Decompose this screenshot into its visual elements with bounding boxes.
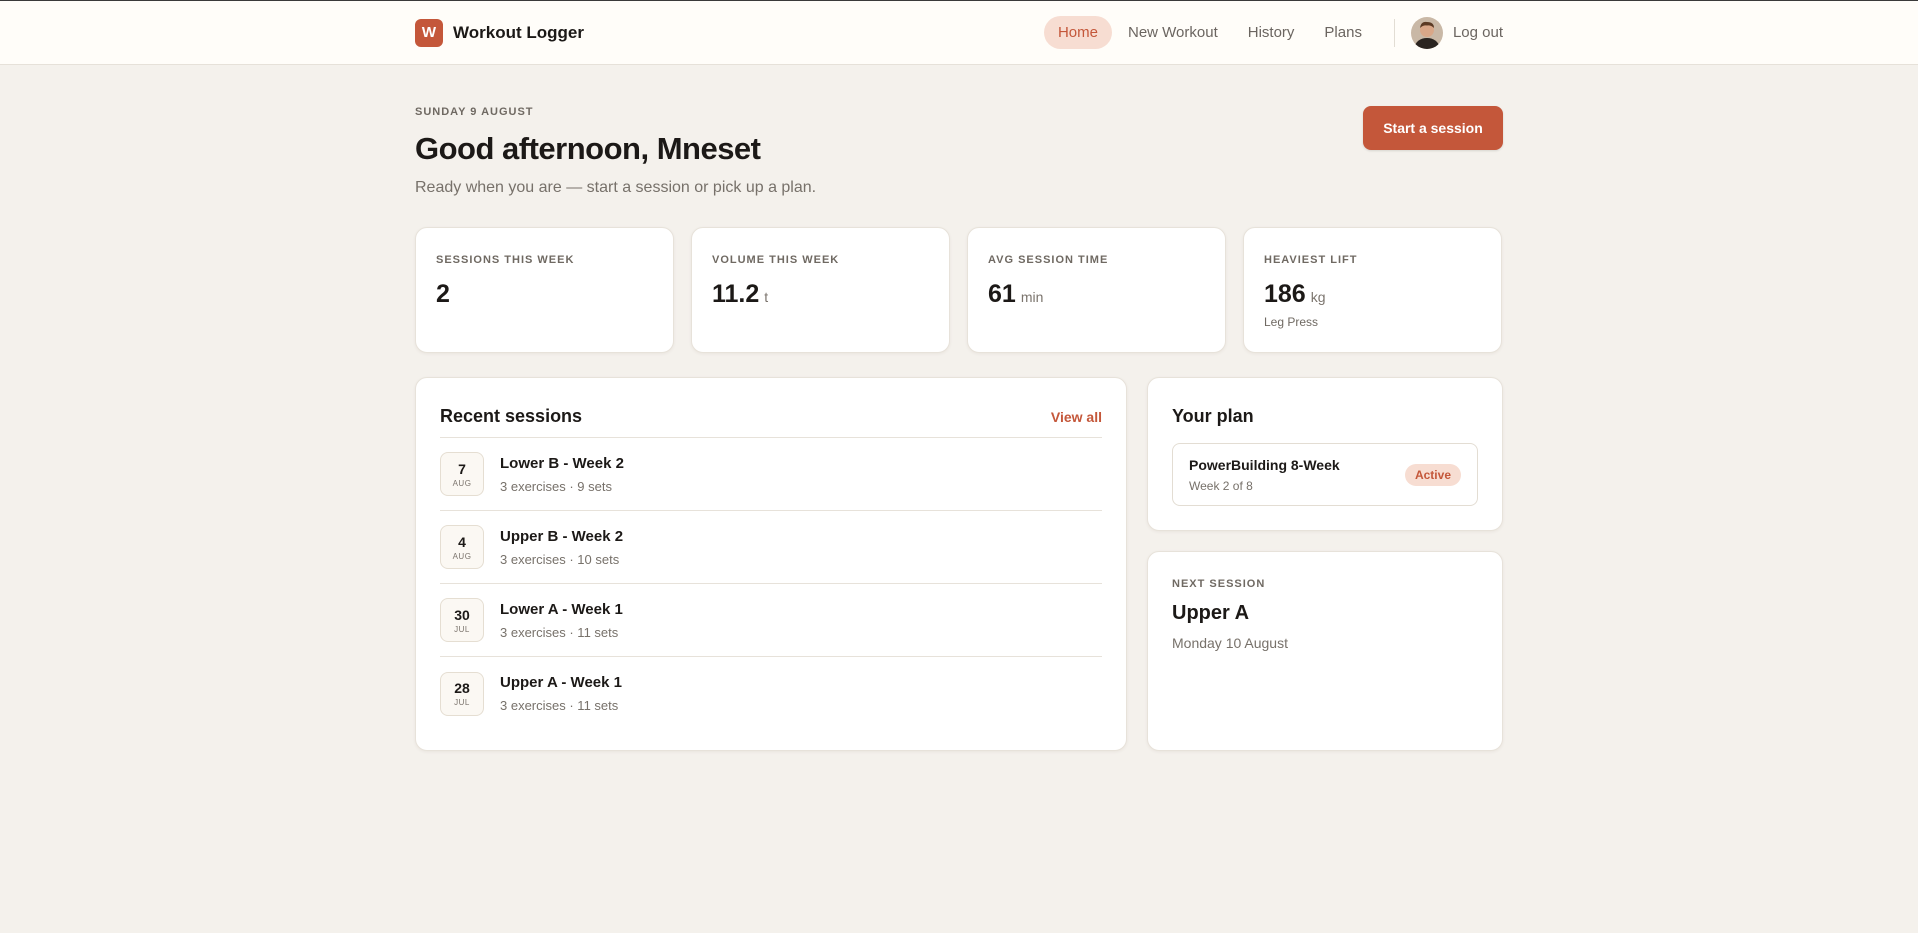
session-meta: 3 exercises · 11 sets [500,624,619,640]
stat-label: HEAVIEST LIFT [1264,254,1358,266]
stat-value: 186 [1264,280,1306,308]
stats-row: SESSIONS THIS WEEK 2 VOLUME THIS WEEK 11… [415,227,1503,353]
session-name: Lower B - Week 2 [500,454,624,472]
brand-logo-icon: W [415,18,443,47]
user-avatar-icon [1410,16,1443,49]
next-session-date: Monday 10 August [1172,635,1288,651]
nav-history[interactable]: History [1234,16,1309,49]
stat-value: 61 [988,280,1016,308]
nav-new-workout[interactable]: New Workout [1114,16,1232,49]
page-subtitle: Ready when you are — start a session or … [415,179,817,196]
top-navbar: W Workout Logger Home New Workout Histor… [0,1,1918,65]
main-nav: Home New Workout History Plans Log out [1042,16,1503,49]
brand[interactable]: W Workout Logger [415,18,584,47]
stat-label: SESSIONS THIS WEEK [436,254,575,266]
session-date-chip: 7 AUG [440,452,484,496]
logout-link[interactable]: Log out [1453,24,1503,41]
status-badge: Active [1404,463,1461,486]
session-day: 7 [458,460,466,477]
stat-value: 11.2 [712,280,760,308]
plan-panel: Your plan PowerBuilding 8-Week Week 2 of… [1147,377,1503,531]
stat-card-heaviest-lift: HEAVIEST LIFT 186 kg Leg Press [1243,227,1502,353]
session-name: Lower A - Week 1 [500,600,623,618]
stat-unit: kg [1310,289,1326,305]
stat-card-avg-time: AVG SESSION TIME 61 min [967,227,1226,353]
session-date-chip: 30 JUL [440,598,484,642]
session-day: 28 [454,680,470,696]
session-month: AUG [452,551,472,561]
brand-name: Workout Logger [453,22,584,42]
start-session-button[interactable]: Start a session [1363,106,1503,150]
plan-panel-title: Your plan [1172,406,1254,426]
session-meta: 3 exercises · 9 sets [500,478,612,494]
nav-divider [1393,18,1395,47]
avatar[interactable] [1410,16,1443,49]
plan-week: Week 2 of 8 [1189,478,1253,493]
session-row[interactable]: 7 AUG Lower B - Week 2 3 exercises · 9 s… [440,438,1102,511]
lower-section: Recent sessions View all 7 AUG Lower B -… [415,377,1503,751]
session-date-chip: 4 AUG [440,525,484,569]
session-name: Upper B - Week 2 [500,527,624,545]
stat-label: AVG SESSION TIME [988,254,1109,266]
plan-card[interactable]: PowerBuilding 8-Week Week 2 of 8 Active [1172,443,1478,506]
dashboard: SUNDAY 9 AUGUST Good afternoon, Mneset R… [415,65,1503,751]
next-session-name: Upper A [1172,602,1250,624]
plan-name: PowerBuilding 8-Week [1189,456,1340,473]
session-row[interactable]: 30 JUL Lower A - Week 1 3 exercises · 11… [440,584,1102,657]
stat-card-sessions: SESSIONS THIS WEEK 2 [415,227,674,353]
stat-label: VOLUME THIS WEEK [712,254,840,266]
stat-sub: Leg Press [1264,315,1319,329]
current-date: SUNDAY 9 AUGUST [415,106,534,118]
view-all-link[interactable]: View all [1051,409,1102,425]
stat-card-volume: VOLUME THIS WEEK 11.2 t [691,227,950,353]
stat-unit: min [1020,289,1044,305]
stat-unit: t [764,289,769,305]
nav-plans[interactable]: Plans [1310,16,1376,49]
next-session-label: NEXT SESSION [1172,578,1266,590]
session-date-chip: 28 JUL [440,671,484,716]
recent-sessions-panel: Recent sessions View all 7 AUG Lower B -… [415,377,1127,751]
session-name: Upper A - Week 1 [500,674,622,691]
session-day: 30 [454,606,470,623]
session-row[interactable]: 28 JUL Upper A - Week 1 3 exercises · 11… [440,657,1102,730]
session-month: JUL [454,698,470,707]
page-title: Good afternoon, Mneset [415,131,761,166]
stat-value: 2 [436,280,450,308]
next-session-panel[interactable]: NEXT SESSION Upper A Monday 10 August [1147,551,1503,751]
session-month: AUG [452,478,472,488]
session-meta: 3 exercises · 10 sets [500,551,620,567]
session-row[interactable]: 4 AUG Upper B - Week 2 3 exercises · 10 … [440,511,1102,584]
nav-home[interactable]: Home [1043,16,1112,49]
session-day: 4 [458,533,466,550]
side-column: Your plan PowerBuilding 8-Week Week 2 of… [1147,377,1503,751]
session-month: JUL [454,624,470,634]
session-meta: 3 exercises · 11 sets [500,698,619,713]
recent-sessions-title: Recent sessions [440,406,583,426]
